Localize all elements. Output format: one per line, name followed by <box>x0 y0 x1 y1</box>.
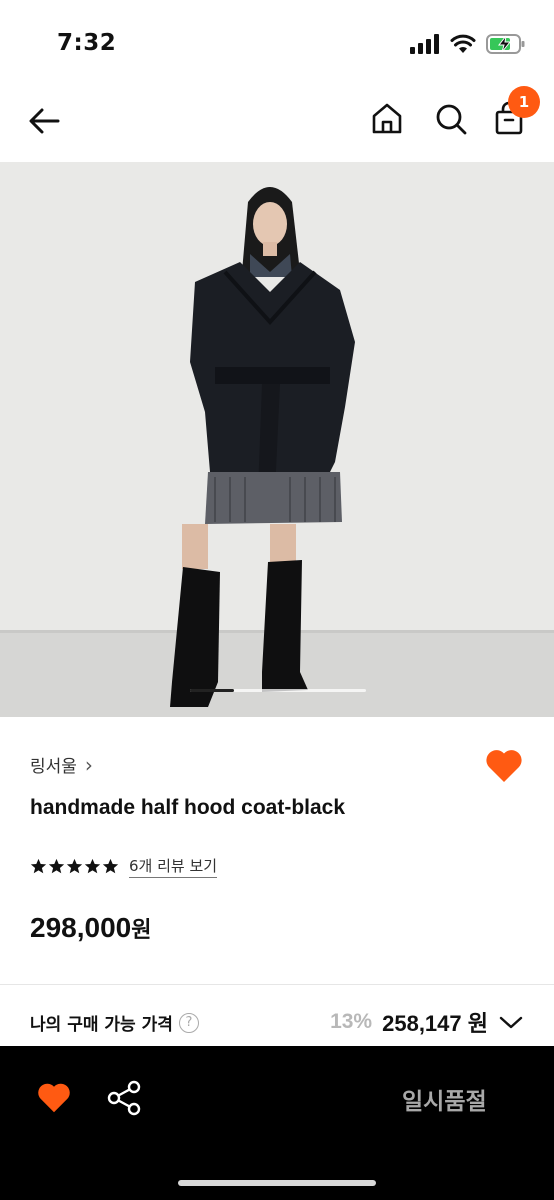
divider <box>0 984 554 985</box>
share-icon[interactable] <box>106 1080 142 1116</box>
star-icon <box>30 858 47 874</box>
price-number: 298,000 <box>30 912 132 943</box>
home-icon[interactable] <box>368 98 406 140</box>
rating-row: 6개 리뷰 보기 <box>30 855 218 878</box>
review-link[interactable]: 6개 리뷰 보기 <box>129 855 218 878</box>
my-price-row[interactable]: 나의 구매 가능 가격 ? 13% 258,147 원 <box>0 1010 554 1046</box>
signal-icon <box>410 34 439 54</box>
image-pager-position <box>190 689 234 692</box>
brand-name: 링서울 <box>30 757 77 777</box>
wifi-icon <box>450 34 476 53</box>
star-icon <box>102 858 119 874</box>
discount-rate: 13% <box>330 1010 373 1033</box>
product-image[interactable] <box>0 162 554 717</box>
price-unit: 원 <box>131 917 152 942</box>
chevron-down-icon[interactable] <box>498 1012 524 1032</box>
nav-bar <box>0 80 554 162</box>
sold-out-button[interactable]: 일시품절 <box>402 1082 487 1116</box>
bottom-action-bar: 일시품절 <box>0 1046 554 1200</box>
info-icon[interactable]: ? <box>178 1012 199 1033</box>
star-icon <box>48 858 65 874</box>
back-arrow-icon[interactable] <box>24 100 66 142</box>
status-icons <box>410 33 526 55</box>
my-price-value: 258,147 원 <box>382 1011 488 1036</box>
home-indicator <box>178 1180 376 1186</box>
my-price-label-group: 나의 구매 가능 가격 ? <box>30 1010 199 1035</box>
battery-charging-icon <box>486 34 525 54</box>
search-icon[interactable] <box>432 98 470 140</box>
star-icon <box>84 858 101 874</box>
product-price: 298,000원 <box>30 912 151 944</box>
status-bar: 7:32 <box>0 0 554 80</box>
product-photo <box>0 162 554 717</box>
wishlist-heart-icon[interactable] <box>484 746 524 784</box>
wishlist-heart-icon[interactable] <box>36 1080 72 1114</box>
rating-stars <box>30 858 119 875</box>
status-time: 7:32 <box>57 30 117 56</box>
my-price-label: 나의 구매 가능 가격 <box>30 1015 173 1035</box>
product-name: handmade half hood coat-black <box>30 796 346 819</box>
my-price-values: 13% 258,147 원 <box>330 1006 524 1038</box>
brand-link[interactable]: 링서울 › <box>30 752 93 778</box>
star-icon <box>66 858 83 874</box>
chevron-right-icon: › <box>84 752 93 777</box>
cart-count-badge: 1 <box>508 86 540 118</box>
